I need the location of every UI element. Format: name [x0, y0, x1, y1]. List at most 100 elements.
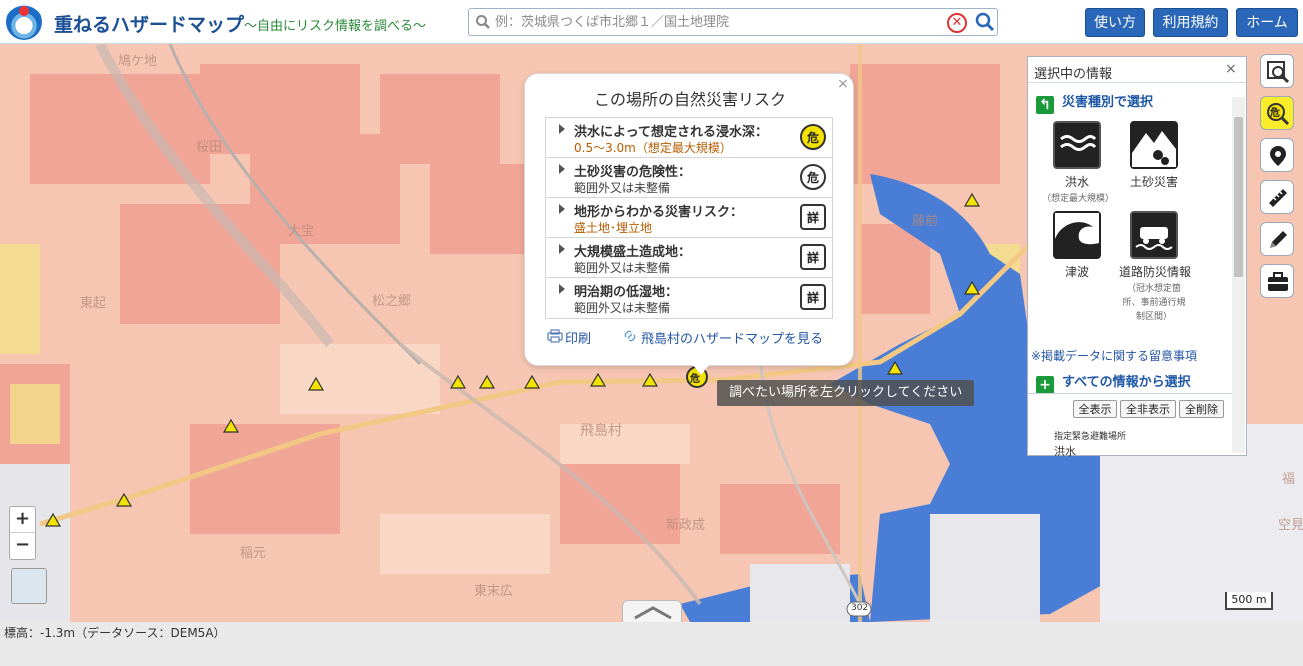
- expand-bottom-panel-button[interactable]: [622, 600, 682, 622]
- status-bar: 標高：-1.3m（データソース：DEM5A）: [0, 622, 1303, 666]
- hide-all-button[interactable]: 全非表示: [1120, 400, 1176, 418]
- map-label: 藤前: [912, 214, 939, 229]
- clear-search-button[interactable]: ✕: [947, 13, 967, 33]
- toolbox-icon: [1268, 272, 1288, 291]
- risk-list: 洪水によって想定される浸水深： 0.5～3.0m（想定最大規模） 危 土砂災害の…: [545, 117, 833, 319]
- measure-button[interactable]: [1260, 180, 1294, 214]
- elevation-readout: 標高：-1.3m（データソース：DEM5A）: [4, 626, 226, 640]
- popup-pointer: [693, 365, 709, 375]
- hazard-map-link[interactable]: 飛島村のハザードマップを見る: [641, 328, 823, 347]
- zoom-control: + −: [9, 506, 36, 560]
- overview-map-button[interactable]: [11, 568, 47, 604]
- map-label: 稲元: [240, 546, 267, 561]
- panel-scrollbar[interactable]: [1232, 97, 1245, 453]
- tile-label: 津波: [1064, 265, 1089, 279]
- risk-label: 明治期の低湿地：: [574, 285, 679, 300]
- help-button[interactable]: 使い方: [1085, 8, 1145, 37]
- search-input[interactable]: [495, 12, 939, 32]
- expand-icon: [559, 204, 565, 214]
- section-by-hazard-type[interactable]: ↰ 災害種別で選択: [1036, 91, 1153, 114]
- back-arrow-icon: ↰: [1036, 96, 1054, 114]
- ruler-icon: [1269, 189, 1287, 207]
- zoom-out-button[interactable]: −: [10, 533, 35, 559]
- panel-close-button[interactable]: ×: [1225, 61, 1237, 77]
- panel-header: 選択中の情報 ×: [1028, 57, 1246, 83]
- tile-label: 土砂災害: [1129, 175, 1178, 189]
- danger-icon[interactable]: 危: [800, 164, 826, 190]
- hazard-tile-flood[interactable]: 洪水 （想定最大規模）: [1042, 121, 1115, 206]
- details-icon[interactable]: 詳: [800, 204, 826, 230]
- risk-label: 地形からわかる災害リスク：: [574, 205, 744, 220]
- hazard-tile-road-disaster[interactable]: 道路防災情報 （冠水想定箇所、事前通行規制区間）: [1119, 211, 1192, 324]
- terms-button[interactable]: 利用規約: [1153, 8, 1228, 37]
- plus-icon: +: [1036, 376, 1054, 394]
- risk-popup: × この場所の自然災害リスク 洪水によって想定される浸水深： 0.5～3.0m（…: [524, 73, 854, 375]
- search-box: ✕: [468, 8, 998, 36]
- risk-value: 範囲外又は未整備: [574, 261, 671, 275]
- logo-icon[interactable]: [6, 4, 42, 40]
- risk-label: 洪水によって想定される浸水深：: [574, 125, 768, 140]
- tsunami-icon: [1053, 211, 1101, 259]
- risk-row-large-fill[interactable]: 大規模盛土造成地： 範囲外又は未整備 詳: [546, 238, 832, 278]
- flood-icon: [1053, 121, 1101, 169]
- app-subtitle: 〜自由にリスク情報を調べる〜: [244, 19, 427, 34]
- hazard-tile-landslide[interactable]: 土砂災害: [1119, 121, 1189, 190]
- show-all-button[interactable]: 全表示: [1073, 400, 1117, 418]
- tile-sublabel: （冠水想定箇所、事前通行規制区間）: [1122, 284, 1186, 322]
- click-hint-tooltip: 調べたい場所を左クリックしてください: [717, 380, 975, 406]
- risk-row-terrain[interactable]: 地形からわかる災害リスク： 盛土地･埋立地 詳: [546, 198, 832, 238]
- hazard-risk-button[interactable]: 危: [1260, 96, 1294, 130]
- tile-sublabel: （想定最大規模）: [1042, 194, 1115, 204]
- details-icon[interactable]: 詳: [800, 284, 826, 310]
- toolbox-button[interactable]: [1260, 264, 1294, 298]
- pencil-icon: [1270, 231, 1287, 248]
- svg-text:危: 危: [1270, 106, 1280, 119]
- hazard-tile-tsunami[interactable]: 津波: [1042, 211, 1112, 280]
- search-button[interactable]: [973, 11, 997, 33]
- tile-label: 洪水: [1064, 175, 1089, 189]
- shelter-layer-label: 指定緊急避難場所: [1054, 432, 1127, 442]
- layer-search-button[interactable]: [1260, 54, 1294, 88]
- section-label: すべての情報から選択: [1062, 375, 1191, 390]
- map-search-icon: [1267, 61, 1290, 84]
- map-label: 松之郷: [372, 294, 412, 309]
- zoom-in-button[interactable]: +: [10, 507, 35, 533]
- expand-icon: [559, 124, 565, 134]
- risk-row-meiji-wetland[interactable]: 明治期の低湿地： 範囲外又は未整備 詳: [546, 278, 832, 318]
- home-button[interactable]: ホーム: [1236, 8, 1298, 37]
- popup-title: この場所の自然災害リスク: [593, 90, 786, 109]
- map-label: 新政成: [666, 518, 706, 533]
- danger-icon[interactable]: 危: [800, 124, 826, 150]
- risk-row-landslide[interactable]: 土砂災害の危険性： 範囲外又は未整備 危: [546, 158, 832, 198]
- delete-all-button[interactable]: 全削除: [1179, 400, 1224, 418]
- map-label: 東起: [80, 296, 107, 311]
- data-notes-link[interactable]: ※掲載データに関する留意事項: [1031, 347, 1197, 364]
- place-marker-button[interactable]: [1260, 138, 1294, 172]
- link-icon: [624, 330, 636, 342]
- tool-column: 危: [1260, 54, 1294, 306]
- map-label: 東末広: [474, 584, 514, 599]
- tile-label: 道路防災情報: [1119, 265, 1192, 279]
- risk-value: 範囲外又は未整備: [574, 301, 671, 315]
- map-label: 桜田: [196, 140, 223, 155]
- risk-label: 大規模盛土造成地：: [574, 245, 692, 260]
- map-label: 飛島村: [580, 423, 622, 439]
- map-label: 福: [1282, 472, 1296, 487]
- danger-magnifier-icon: 危: [1267, 103, 1290, 126]
- scrollbar-thumb[interactable]: [1234, 117, 1243, 277]
- draw-button[interactable]: [1260, 222, 1294, 256]
- section-all-info[interactable]: + すべての情報から選択: [1036, 371, 1191, 394]
- expand-icon: [559, 164, 565, 174]
- risk-value: 0.5～3.0m（想定最大規模）: [574, 141, 732, 155]
- details-icon[interactable]: 詳: [800, 244, 826, 270]
- map-label: 大宝: [288, 224, 315, 239]
- map-label: 鳩ケ地: [118, 54, 158, 69]
- shelter-layer-sublabel[interactable]: 洪水: [1054, 443, 1076, 459]
- app-title[interactable]: 重ねるハザードマップ: [54, 10, 244, 37]
- risk-label: 土砂災害の危険性：: [574, 165, 692, 180]
- print-link[interactable]: 印刷: [565, 328, 591, 347]
- popup-links: 印刷 飛島村のハザードマップを見る: [547, 326, 835, 347]
- selected-info-panel: 選択中の情報 × ↰ 災害種別で選択 洪水 （想定最大規模） 土砂災害 津波 道路…: [1027, 56, 1247, 459]
- layer-button-row: 全表示 全非表示 全削除: [1028, 393, 1236, 423]
- risk-row-flood[interactable]: 洪水によって想定される浸水深： 0.5～3.0m（想定最大規模） 危: [546, 118, 832, 158]
